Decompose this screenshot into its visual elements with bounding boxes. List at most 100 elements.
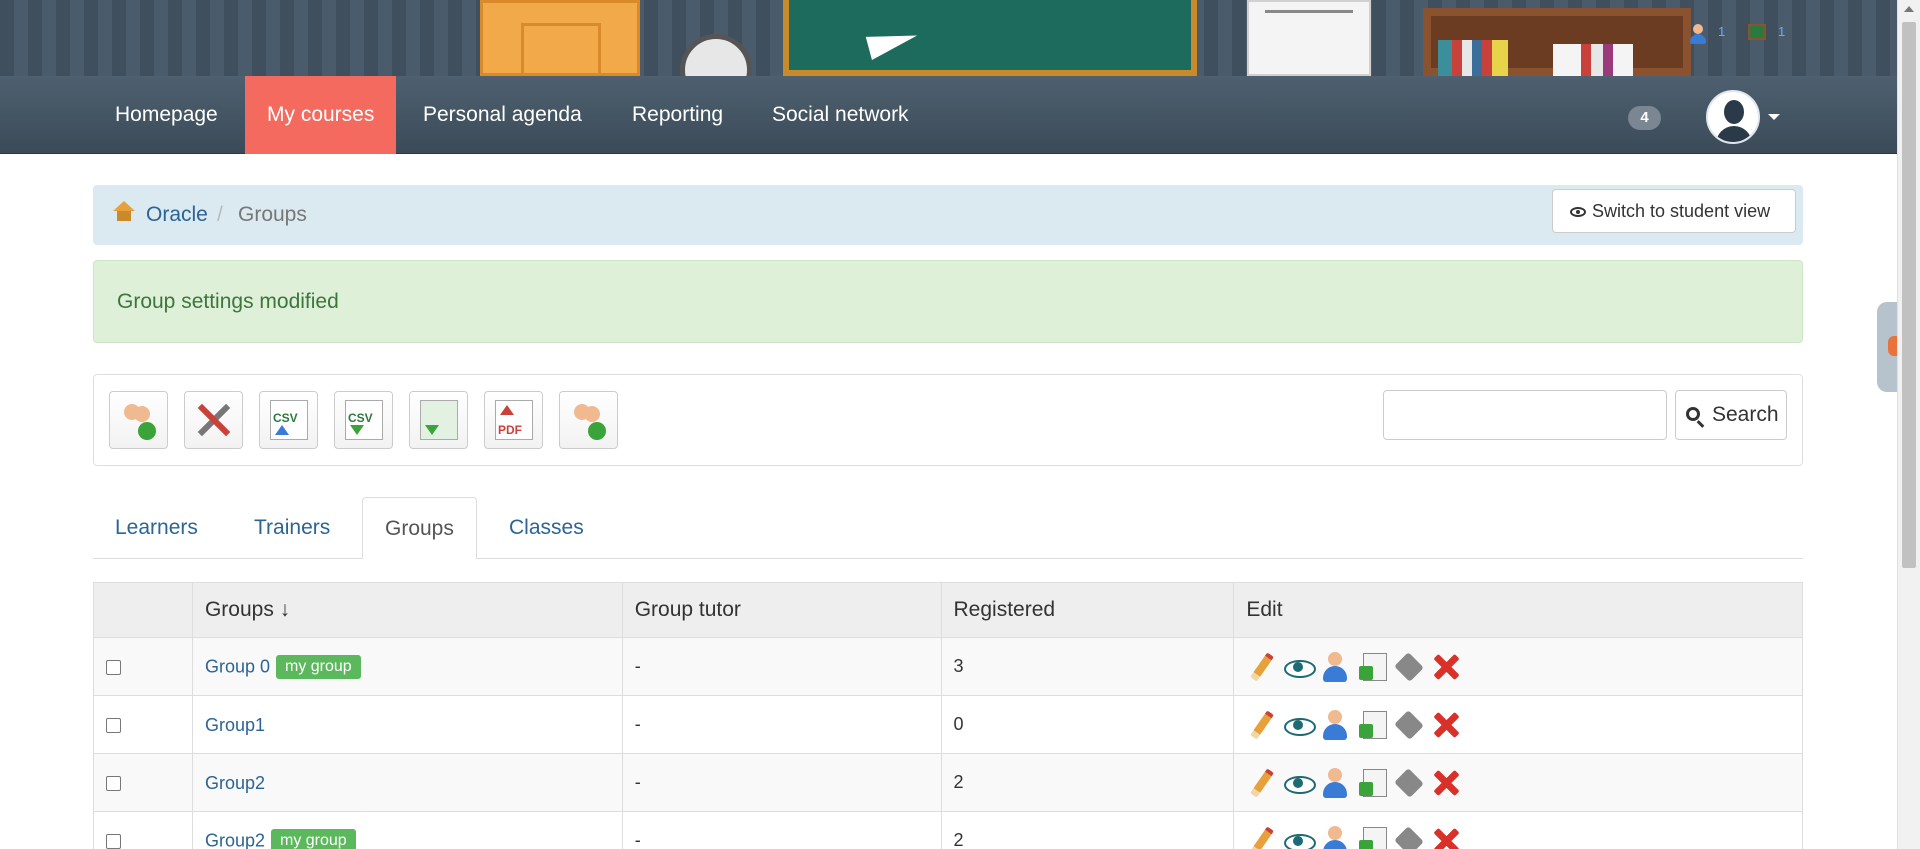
group-name-link[interactable]: Group1 — [205, 714, 265, 734]
add-group-icon — [120, 400, 158, 440]
header-banner: 1 1 — [0, 0, 1897, 76]
search-icon — [1686, 407, 1700, 421]
view-icon[interactable] — [1283, 652, 1317, 682]
notification-badge[interactable]: 4 — [1628, 106, 1661, 130]
delete-icon[interactable] — [1431, 710, 1461, 740]
my-group-badge: my group — [271, 828, 356, 849]
nav-reporting[interactable]: Reporting — [610, 76, 745, 154]
edit-actions-cell — [1233, 637, 1803, 696]
row-checkbox[interactable] — [106, 775, 121, 791]
registered-cell: 3 — [940, 637, 1235, 696]
group-name-link[interactable]: Group 0 — [205, 656, 270, 676]
group-tutor-cell: - — [621, 695, 942, 754]
pdf-export-icon: PDF — [495, 400, 533, 440]
registered-cell: 0 — [940, 695, 1235, 754]
group-tutor-cell: - — [621, 753, 942, 812]
csv-import-icon: CSV — [270, 400, 308, 440]
import-icon[interactable] — [1357, 652, 1388, 682]
export-excel-button[interactable] — [409, 391, 468, 449]
switch-to-student-view-label: Switch to student view — [1592, 201, 1771, 221]
nav-personal-agenda[interactable]: Personal agenda — [401, 76, 604, 154]
switch-to-student-view-button[interactable]: Switch to student view — [1552, 189, 1796, 233]
books-illustration — [1553, 44, 1633, 76]
add-group-button[interactable] — [109, 391, 168, 449]
registered-cell: 2 — [940, 811, 1235, 849]
view-icon[interactable] — [1283, 710, 1317, 740]
members-icon[interactable] — [1320, 709, 1350, 740]
delete-icon[interactable] — [1431, 768, 1461, 798]
members-icon[interactable] — [1320, 651, 1350, 682]
online-users-icon[interactable] — [1690, 24, 1706, 44]
row-checkbox[interactable] — [106, 717, 121, 733]
side-panel-toggle[interactable] — [1877, 302, 1897, 392]
online-courses-count[interactable]: 1 — [1778, 24, 1785, 39]
import-icon[interactable] — [1357, 768, 1388, 798]
home-icon[interactable] — [113, 201, 135, 221]
group-name-link[interactable]: Group2 — [205, 772, 265, 792]
breadcrumb-course-link[interactable]: Oracle — [146, 185, 208, 245]
tools-icon — [195, 400, 233, 440]
row-checkbox[interactable] — [106, 659, 121, 675]
eye-icon — [1570, 207, 1586, 217]
table-header-row: Groups ↓ Group tutor Registered Edit — [93, 582, 1803, 638]
online-users-count[interactable]: 1 — [1718, 24, 1725, 39]
registered-column-header: Registered — [940, 582, 1235, 638]
search-button[interactable]: Search — [1675, 390, 1787, 440]
main-navbar: Homepage My courses Personal agenda Repo… — [0, 76, 1897, 154]
delete-icon[interactable] — [1431, 652, 1461, 682]
table-row: Group 0 my group - 3 — [93, 637, 1803, 696]
tag-icon[interactable] — [1394, 768, 1424, 798]
nav-my-courses[interactable]: My courses — [245, 76, 397, 154]
view-icon[interactable] — [1283, 768, 1317, 798]
group-tutor-cell: - — [621, 811, 942, 849]
tab-learners[interactable]: Learners — [93, 497, 220, 559]
edit-column-header: Edit — [1233, 582, 1803, 638]
edit-actions-cell — [1233, 753, 1803, 812]
tag-icon[interactable] — [1394, 710, 1424, 740]
edit-actions-cell — [1233, 695, 1803, 754]
group-tutor-column-header: Group tutor — [621, 582, 942, 638]
import-icon[interactable] — [1357, 826, 1388, 849]
group-name-link[interactable]: Group2 — [205, 830, 265, 849]
nav-social-network[interactable]: Social network — [750, 76, 931, 154]
groups-table: Groups ↓ Group tutor Registered Edit Gro… — [93, 582, 1803, 849]
tab-groups[interactable]: Groups — [362, 497, 477, 559]
user-avatar[interactable] — [1706, 90, 1760, 144]
import-icon[interactable] — [1357, 710, 1388, 740]
door-illustration — [480, 0, 640, 76]
import-csv-button[interactable]: CSV — [259, 391, 318, 449]
online-courses-icon[interactable] — [1748, 24, 1766, 40]
delete-icon[interactable] — [1431, 826, 1461, 849]
search-button-label: Search — [1712, 403, 1779, 426]
table-row: Group1 - 0 — [93, 695, 1803, 754]
scrollbar-thumb[interactable] — [1902, 22, 1916, 568]
row-checkbox[interactable] — [106, 833, 121, 849]
export-pdf-button[interactable]: PDF — [484, 391, 543, 449]
poster-illustration — [1247, 0, 1371, 76]
scroll-up-arrow-icon[interactable] — [1904, 6, 1914, 12]
tab-trainers[interactable]: Trainers — [232, 497, 352, 559]
members-icon[interactable] — [1320, 825, 1350, 849]
edit-icon[interactable] — [1246, 826, 1276, 849]
export-csv-button[interactable]: CSV — [334, 391, 393, 449]
group-overview-button[interactable] — [559, 391, 618, 449]
select-column-header — [93, 582, 193, 638]
edit-icon[interactable] — [1246, 652, 1276, 682]
group-tutor-cell: - — [621, 637, 942, 696]
tab-classes[interactable]: Classes — [487, 497, 606, 559]
nav-homepage[interactable]: Homepage — [93, 76, 240, 154]
chevron-down-icon[interactable] — [1768, 114, 1780, 120]
vertical-scrollbar[interactable] — [1897, 0, 1920, 849]
tag-icon[interactable] — [1394, 652, 1424, 682]
search-input[interactable] — [1383, 390, 1667, 440]
tag-icon[interactable] — [1394, 826, 1424, 849]
group-settings-button[interactable] — [184, 391, 243, 449]
members-icon[interactable] — [1320, 767, 1350, 798]
edit-icon[interactable] — [1246, 768, 1276, 798]
view-icon[interactable] — [1283, 826, 1317, 849]
breadcrumb-separator: / — [217, 203, 223, 226]
breadcrumb: Oracle / Groups — [93, 185, 1803, 245]
groups-column-header[interactable]: Groups ↓ — [191, 582, 623, 638]
table-row: Group2 - 2 — [93, 753, 1803, 812]
edit-icon[interactable] — [1246, 710, 1276, 740]
